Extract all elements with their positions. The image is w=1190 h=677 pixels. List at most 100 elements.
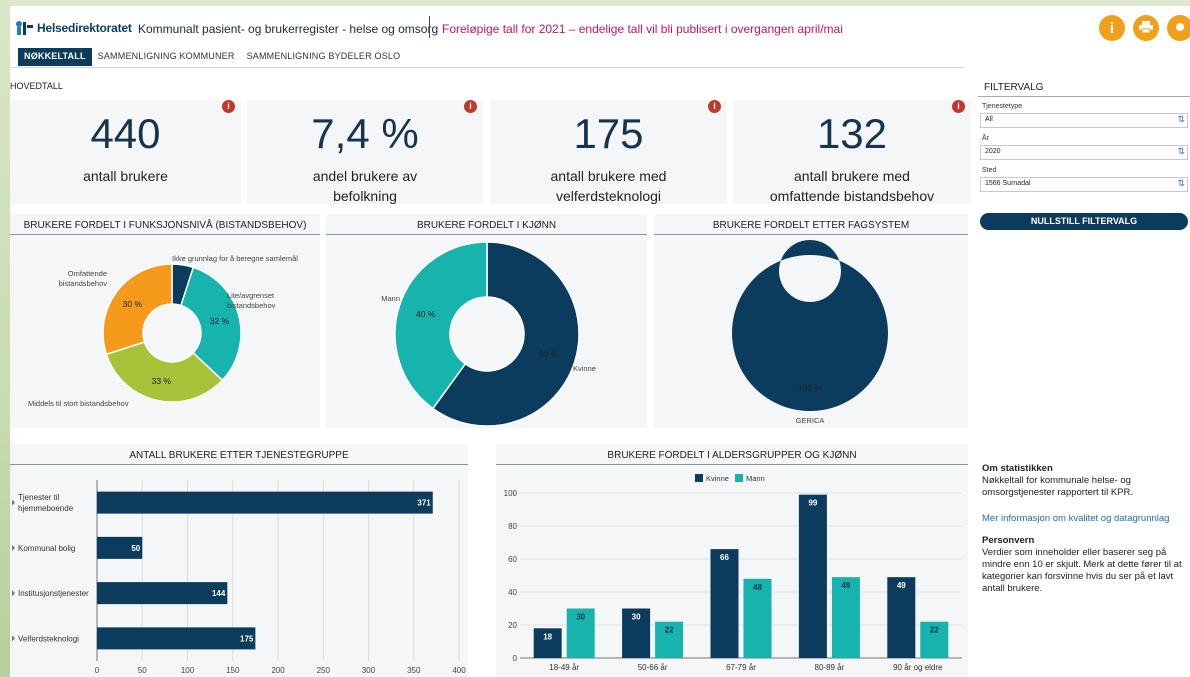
slice-category-label: Omfattende — [68, 269, 107, 278]
tjenestetype-select[interactable]: All ⇅ — [980, 113, 1188, 128]
kpi-antall-brukere: i 440 antall brukere — [10, 100, 241, 204]
privacy-text: Verdier som inneholder eller baserer seg… — [982, 547, 1167, 558]
bar-chart: 0 20 40 60 80 100 Kvinne Mann 18-49 år 18 30 50-66 … — [504, 474, 962, 672]
print-icon — [1139, 20, 1153, 37]
slice-category-label: Ikke grunnlag for å beregne samlemål — [172, 254, 298, 263]
y-tick-label: 80 — [508, 522, 517, 531]
kpi-value: 175 — [573, 110, 644, 157]
info-button[interactable]: i — [1099, 15, 1125, 41]
legend-swatch — [695, 474, 703, 482]
expand-icon — [12, 544, 15, 551]
logo-text: Helsedirektoratet — [37, 21, 132, 35]
share-button[interactable] — [1167, 15, 1190, 41]
bar — [710, 549, 739, 658]
filter-label-ar: År — [982, 135, 989, 142]
y-tick-label: Institusjonstjenester — [18, 589, 89, 598]
privacy-text: mindre enn 10 er skjult. Merk at dette f… — [982, 559, 1182, 570]
filter-label-sted: Sted — [982, 167, 997, 174]
chart-title: BRUKERE FORDELT ETTER FAGSYSTEM — [712, 220, 910, 231]
tab-divider — [10, 67, 965, 68]
y-tick-label: 0 — [513, 654, 518, 663]
tab-nokkeltall[interactable]: NØKKELTALL — [18, 48, 92, 66]
x-tick-label: 350 — [407, 666, 421, 675]
privacy-title: Personvern — [982, 535, 1035, 546]
slice-category-label: bistandsbehov — [59, 279, 108, 288]
kpi-label: antall brukere med omfattende bistandsbe… — [733, 166, 971, 206]
dropdown-icon: ⇅ — [1177, 146, 1185, 156]
window-frame-left — [0, 0, 10, 677]
select-value: All — [985, 116, 993, 123]
x-tick-label: 300 — [362, 666, 376, 675]
kpi-label: andel brukere av befolkning — [247, 166, 483, 206]
bar-value-label: 99 — [808, 499, 817, 508]
kpi-label: antall brukere med velferdsteknologi — [490, 166, 727, 206]
kpi-label-line: velferdsteknologi — [555, 188, 662, 204]
bar — [97, 491, 433, 514]
y-tick-label: 20 — [508, 621, 517, 630]
about-section: Om statistikken Nøkkeltall for kommunale… — [982, 463, 1182, 595]
kpi-andel-brukere: i 7,4 % andel brukere av befolkning — [247, 100, 483, 204]
share-icon — [1174, 20, 1186, 37]
bar-value-label: 30 — [632, 613, 641, 622]
bar-value-label: 66 — [720, 553, 729, 562]
bar-value-label: 371 — [417, 499, 431, 508]
y-tick-label: 40 — [508, 588, 517, 597]
bar-value-label: 30 — [576, 613, 585, 622]
x-tick-label: 0 — [95, 666, 100, 675]
chart-funksjonsniva: BRUKERE FORDELT I FUNKSJONSNIVÅ (BISTAND… — [10, 214, 320, 428]
bar — [97, 582, 228, 605]
print-button[interactable] — [1133, 15, 1159, 41]
filter-label-tjenestetype: Tjenestetype — [982, 103, 1023, 110]
x-tick-label: 400 — [452, 666, 466, 675]
slice-value-label: 60 % — [539, 349, 559, 359]
legend-label: Mann — [746, 474, 765, 483]
tab-sammenligning-bydeler-oslo[interactable]: SAMMENLIGNING BYDELER OSLO — [241, 48, 407, 66]
dropdown-icon: ⇅ — [1177, 178, 1185, 188]
kpi-label-line: omfattende bistandsbehov — [769, 188, 935, 204]
hovedtall-title: HOVEDTALL — [10, 81, 63, 91]
app-title: Kommunalt pasient- og brukerregister - h… — [138, 22, 439, 36]
filter-title-rule — [978, 96, 1190, 97]
slice-category-label: GERICA — [796, 416, 825, 425]
x-tick-label: 50-66 år — [638, 663, 668, 672]
kpi-value: 132 — [816, 110, 888, 157]
x-tick-label: 67-79 år — [726, 663, 756, 672]
x-tick-label: 80-89 år — [815, 663, 845, 672]
kpi-label-line: antall brukere — [83, 168, 168, 184]
privacy-text: kategorier kan forsvinne hvis du ser på … — [982, 571, 1174, 582]
x-tick-label: 50 — [138, 666, 147, 675]
bar-value-label: 48 — [753, 583, 762, 592]
select-value: 2020 — [985, 148, 1001, 155]
slice-category-label: bistandsbehov — [227, 301, 276, 310]
logo-icon — [14, 20, 34, 36]
expand-icon — [12, 499, 15, 506]
slice-value-label: 33 % — [152, 376, 172, 386]
x-tick-label: 200 — [271, 666, 285, 675]
kpi-label-line: befolkning — [333, 188, 397, 204]
chart-title: BRUKERE FORDELT I FUNKSJONSNIVÅ (BISTAND… — [23, 220, 307, 231]
select-value: 1566 Surnadal — [985, 180, 1031, 187]
donut-chart: 60 % Kvinne 40 % Mann — [381, 241, 596, 427]
bar — [97, 627, 256, 650]
donut-chart: Ikke grunnlag for å beregne samlemål 32 %… — [28, 254, 298, 408]
kpi-omfattende-bistandsbehov: i 132 antall brukere med omfattende bist… — [733, 100, 971, 204]
donut-chart: 100 % GERICA — [731, 239, 888, 425]
dropdown-icon: ⇅ — [1177, 114, 1185, 124]
x-tick-label: 250 — [317, 666, 331, 675]
slice-value-label: 100 % — [798, 383, 823, 393]
ar-select[interactable]: 2020 ⇅ — [980, 145, 1188, 160]
tab-sammenligning-kommuner[interactable]: SAMMENLIGNING KOMMUNER — [92, 48, 241, 66]
bar-value-label: 144 — [212, 589, 226, 598]
kpi-velferdsteknologi: i 175 antall brukere med velferdsteknolo… — [490, 100, 727, 204]
x-tick-label: 150 — [226, 666, 240, 675]
bar-value-label: 18 — [543, 632, 552, 641]
slice-category-label: Lite/avgrenset — [227, 291, 275, 300]
expand-icon — [12, 590, 15, 597]
bar-value-label: 49 — [841, 581, 850, 590]
reset-filters-button[interactable]: NULLSTILL FILTERVALG — [980, 213, 1188, 230]
y-tick-label: hjemmeboende — [18, 504, 74, 513]
sted-select[interactable]: 1566 Surnadal ⇅ — [980, 177, 1188, 192]
kpi-label-line: antall brukere med — [794, 168, 910, 184]
quality-link[interactable]: Mer informasjon om kvalitet og datagrunn… — [982, 513, 1182, 525]
logo[interactable]: Helsedirektoratet — [14, 20, 132, 36]
